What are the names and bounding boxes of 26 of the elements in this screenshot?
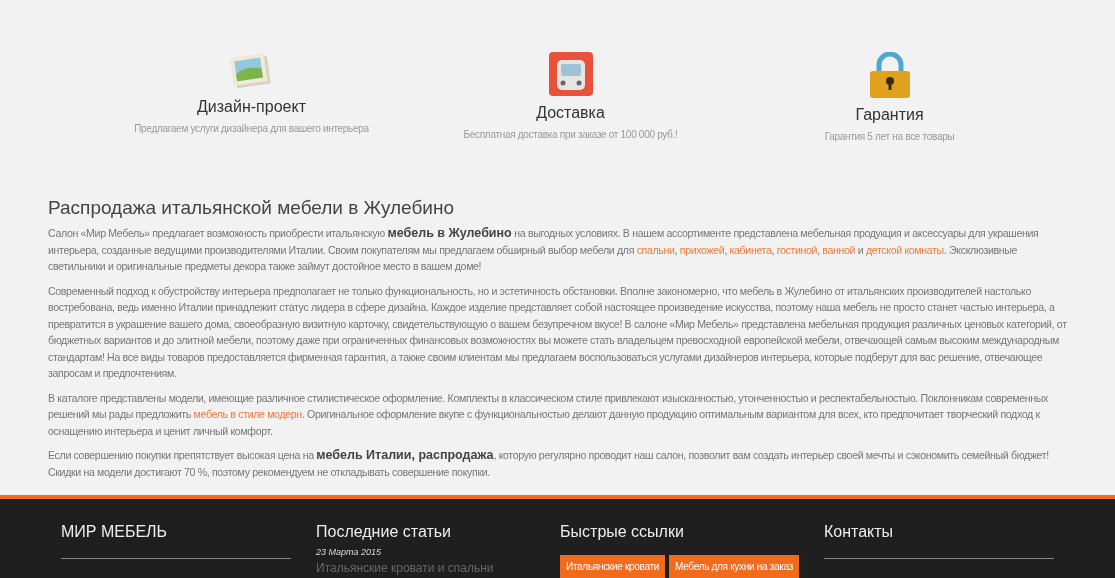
feature-title: Дизайн-проект [197,98,306,116]
article-paragraph: Современный подход к обустройству интерьера предполагает не только функциональность, но и эстетичность обстановки. Вполне закономерно, что мебель в Жулебино от итальянских производителей настолько востребована, ведь именно Италии принадлежит статус лидера в сфере дизайна. Каждое изделие представляет собой настоящее произведение искусства, поэтому наша мебель не просто станет частью интерьера, а превратится в украшение вашего дома, своеобразную визитную карточку, свидетельствующую о вашем безупречном вкусе! В салоне «Мир Мебель» представлена мебельная продукция различных ценовых категорий, от бюджетных вариантов и до элитной мебели, поэтому даже при ограниченных финансовых возможностях вы можете стать владельцем превосходной европейской мебели, отвечающей самым высоким международным стандартам! На все виды товаров предоставляется фирменная гарантия, а также своим клиентам мы предлагаем воспользоваться услугами дизайнеров интерьера, которые подберут для вас решение, отвечающее запросам и предпочтениям. [48,283,1067,381]
text-link[interactable]: кабинета [729,243,772,256]
text-link[interactable]: мебель в стиле модерн [193,408,302,420]
article-heading: Распродажа итальянской мебели в Жулебино [48,197,456,219]
article-paragraph: В каталоге представлены модели, имеющие различное стилистическое оформление. Комплекты в классическом стиле привлекают изысканностью, утонченностью и респектабельностью. Поклонникам современных решений мы рады предложить мебель в стиле модерн. Оригинальное оформление вкупе с функциональностью делают данную продукцию оптимальным вариантом для всех, кто предпочитает творческий подход к оснащению интерьера и ценит личный комфорт. [48,390,1049,439]
feature-title: Гарантия [855,106,924,124]
article-paragraph: Если совершению покупки препятствует высокая цена на мебель Италии, распродажа, которую регулярно проводит наш салон, позволит вам создать интерьер своей мечты и сэкономить семейный бюджет! Скидки на модели достигают 70 %, поэтому рекомендуем не откладывать совершение покупки. [48,447,1050,480]
article-paragraph: Салон «Мир Мебель» предлагает возможность приобрести итальянскую мебель в Жулебино на выгодных условиях. В нашем ассортименте представлена мебельная продукция и аксессуары для украшения интерьера, созданные ведущими производителями Италии. Своим покупателям мы предлагаем обширный выбор мебели для спальни, прихожей, кабинета, гостиной, ванной и детской комнаты. Эксклюзивные светильники и оригинальные предметы декора также займут достойное место в вашем доме! [48,225,1040,274]
text-link[interactable]: детской комнаты [865,243,944,256]
feature-description: Предлагаем услуги дизайнера для вашего интерьера [134,123,369,134]
footer-heading: МИР МЕБЕЛЬ [61,523,169,541]
feature-title: Доставка [536,104,605,122]
padlock-icon [867,52,912,98]
quick-link-tag[interactable]: Мебель для кухни на заказ [669,555,799,578]
text-link[interactable]: ванной [822,243,856,256]
text-link[interactable]: спальни [636,243,675,256]
footer-heading: Быстрые ссылки [560,523,685,541]
feature-description: Бесплатная доставка при заказе от 100 000 руб.! [463,129,678,140]
bus-icon [548,52,593,96]
article-link[interactable]: Итальянские кровати и спальни [316,561,536,575]
feature-description: Гарантия 5 лет на все товары [824,131,955,142]
footer-heading: Последние статьи [316,523,453,541]
footer-heading: Контакты [824,523,895,541]
article-date: 23 Марта 2015 [316,547,383,557]
quick-link-tag[interactable]: Итальянские кровати [560,555,666,578]
